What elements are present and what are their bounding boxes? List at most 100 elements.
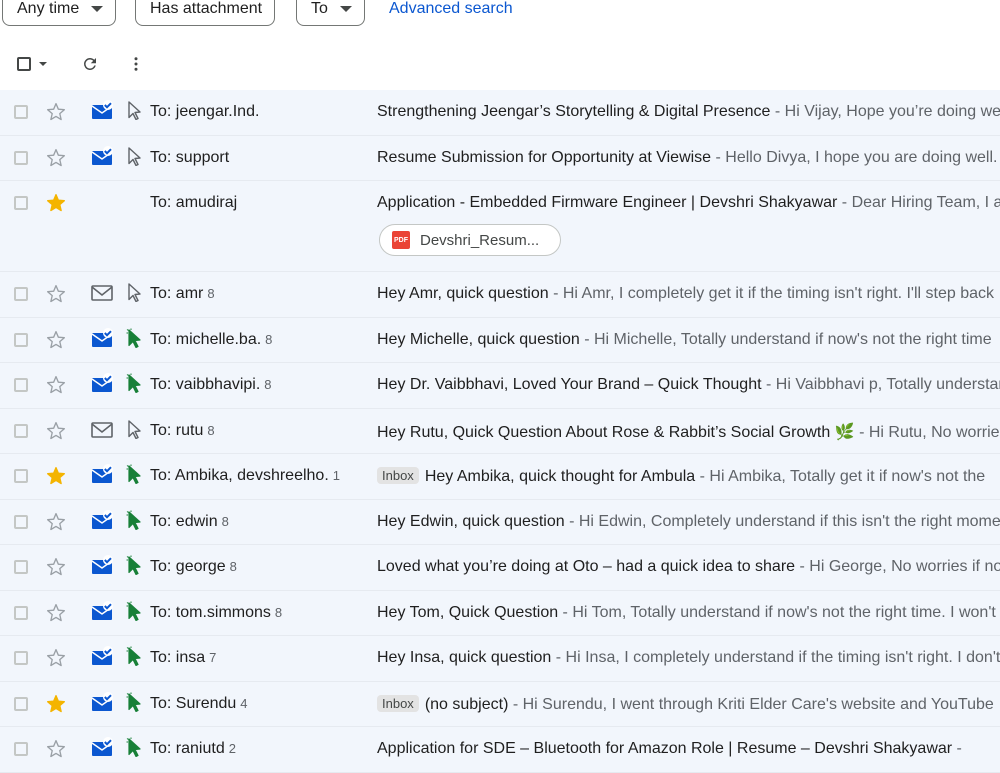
email-subject: Hey Rutu, Quick Question About Rose & Ra… [377, 423, 855, 441]
more-options-button[interactable] [124, 52, 148, 76]
row-checkbox[interactable] [14, 651, 28, 665]
email-snippet: - Hi Ambika, Totally get it if now's not… [695, 468, 986, 485]
cursor-arrow-icon [126, 328, 141, 348]
star-toggle[interactable] [46, 512, 66, 532]
row-checkbox[interactable] [14, 287, 28, 301]
row-checkbox[interactable] [14, 560, 28, 574]
star-icon [47, 285, 66, 303]
inbox-label[interactable]: Inbox [377, 694, 419, 712]
star-toggle[interactable] [46, 648, 66, 668]
email-row[interactable]: To: jeengar.Ind. Strengthening Jeengar’s … [0, 90, 1000, 136]
email-row[interactable]: To: michelle.ba. 8 Hey Michelle, quick que… [0, 317, 1000, 363]
email-subject: Hey Dr. Vaibbhavi, Loved Your Brand – Qu… [377, 376, 762, 393]
star-toggle[interactable] [46, 694, 66, 714]
importance-marker[interactable] [126, 510, 144, 530]
cursor-arrow-icon [126, 737, 141, 758]
row-checkbox[interactable] [14, 742, 28, 756]
importance-marker[interactable] [126, 146, 144, 166]
star-toggle[interactable] [46, 557, 66, 577]
importance-marker[interactable] [126, 555, 144, 576]
importance-marker[interactable] [126, 100, 144, 121]
status-indicator [90, 464, 114, 486]
dropdown-arrow-icon [339, 6, 352, 12]
status-indicator [90, 691, 114, 714]
attachment-chip[interactable]: PDF Devshri_Resum... [379, 224, 561, 256]
select-all-checkbox[interactable] [12, 54, 52, 74]
sender-text: To: support [150, 148, 230, 166]
email-row[interactable]: To: Surendu 4 Inbox (no subject) - Hi Suren… [0, 681, 1000, 727]
star-toggle[interactable] [46, 193, 66, 213]
email-snippet: - Hi Rutu, No worries [854, 423, 1000, 441]
star-toggle[interactable] [46, 603, 66, 623]
importance-marker[interactable] [126, 419, 144, 439]
email-content: Inbox (no subject) - Hi Surendu, I went t… [377, 694, 1000, 714]
email-subject: Strengthening Jeengar’s Storytelling & D… [377, 103, 771, 120]
to-filter[interactable]: To [296, 0, 365, 26]
any-time-filter[interactable]: Any time [2, 0, 117, 26]
sender-name: To: raniutd 2 [150, 740, 342, 758]
email-subject: Hey Amr, quick question [377, 285, 549, 302]
importance-marker[interactable] [126, 737, 144, 758]
email-subject: Resume Submission for Opportunity at Vie… [377, 148, 712, 166]
importance-marker[interactable] [126, 601, 144, 621]
email-row[interactable]: To: vaibbhavipi. 8 Hey Dr. Vaibbhavi, Love… [0, 363, 1000, 409]
inbox-label[interactable]: Inbox [377, 467, 419, 484]
email-row[interactable]: To: rutu 8 Hey Rutu, Quick Question About … [0, 408, 1000, 454]
star-toggle[interactable] [46, 466, 66, 486]
importance-marker[interactable] [126, 464, 144, 485]
status-indicator [90, 282, 114, 304]
importance-marker[interactable] [126, 373, 144, 394]
email-row[interactable]: To: george 8 Loved what you’re doing at Ot… [0, 545, 1000, 591]
thread-count: 7 [209, 650, 217, 665]
email-row[interactable]: To: tom.simmons 8 Hey Tom, Quick Question … [0, 590, 1000, 636]
row-checkbox[interactable] [14, 469, 28, 483]
sender-name: To: jeengar.Ind. [150, 103, 342, 121]
email-row[interactable]: To: amr 8 Hey Amr, quick question - Hi Amr… [0, 272, 1000, 318]
cursor-arrow-icon [128, 146, 141, 166]
sender-text: To: michelle.ba. [150, 330, 262, 348]
row-checkbox[interactable] [14, 105, 28, 119]
star-toggle[interactable] [46, 102, 66, 122]
sender-name: To: insa 7 [150, 649, 342, 667]
cursor-arrow-icon [126, 464, 141, 485]
email-row[interactable]: To: Ambika, devshreelho. 1 Inbox Hey Ambika… [0, 454, 1000, 500]
status-indicator [90, 145, 114, 168]
star-toggle[interactable] [46, 375, 66, 395]
envelope-check-icon [91, 145, 113, 165]
row-checkbox[interactable] [14, 332, 28, 347]
star-toggle[interactable] [46, 739, 66, 759]
status-indicator [90, 100, 114, 122]
star-toggle[interactable] [46, 148, 66, 168]
sender-text: To: raniutd [150, 740, 225, 757]
row-checkbox[interactable] [14, 378, 28, 392]
thread-count: 8 [264, 377, 272, 392]
row-checkbox[interactable] [14, 150, 28, 165]
row-checkbox[interactable] [14, 696, 28, 711]
star-toggle[interactable] [46, 284, 66, 304]
email-row[interactable]: To: edwin 8 Hey Edwin, quick question - Hi… [0, 499, 1000, 545]
attachment-name: Devshri_Resum... [420, 231, 540, 249]
row-checkbox[interactable] [14, 514, 28, 529]
importance-marker[interactable] [126, 328, 144, 348]
status-indicator [90, 373, 114, 395]
email-row[interactable]: To: support Resume Submission for Opportu… [0, 135, 1000, 181]
thread-count: 4 [240, 695, 248, 711]
email-row[interactable]: To: amudiraj Application - Embedded Firmw… [0, 181, 1000, 272]
advanced-search-link[interactable]: Advanced search [389, 0, 513, 18]
star-toggle[interactable] [46, 330, 66, 350]
row-checkbox[interactable] [14, 423, 28, 438]
star-toggle[interactable] [46, 421, 66, 441]
importance-marker[interactable] [126, 282, 144, 303]
importance-marker[interactable] [126, 692, 144, 712]
email-snippet: - Hello Divya, I hope you are doing well… [711, 148, 998, 166]
refresh-button[interactable] [78, 52, 102, 76]
importance-marker[interactable] [126, 646, 144, 667]
thread-count: 8 [274, 604, 283, 620]
row-checkbox[interactable] [14, 196, 28, 210]
email-content: Application - Embedded Firmware Engineer… [377, 194, 1000, 212]
email-row[interactable]: To: insa 7 Hey Insa, quick question - Hi I… [0, 636, 1000, 682]
has-attachment-filter[interactable]: Has attachment [135, 0, 276, 26]
row-checkbox[interactable] [14, 605, 28, 620]
thread-count: 8 [207, 422, 215, 438]
email-subject: Application - Embedded Firmware Engineer… [377, 194, 838, 211]
